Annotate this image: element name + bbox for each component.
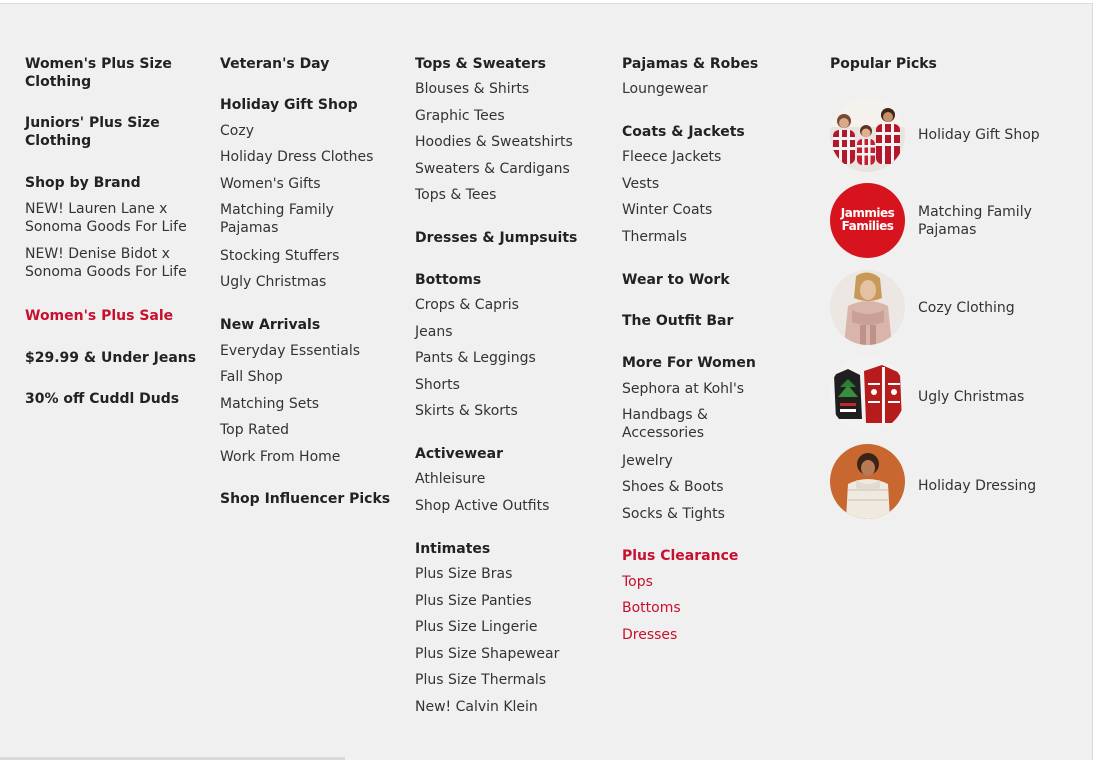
popular-picks-heading: Popular Picks <box>830 56 937 72</box>
pajamas-robes-link[interactable]: Pajamas & Robes <box>622 55 758 73</box>
handbags-accessories-link[interactable]: Handbags & Accessories <box>622 406 708 442</box>
denise-bidot-line1: NEW! Denise Bidot x <box>25 246 170 262</box>
coats-jackets-link[interactable]: Coats & Jackets <box>622 123 745 141</box>
popular-pick-matching-family-pajamas[interactable]: Jammies Families Matching Family Pajamas <box>830 183 1080 259</box>
womens-plus-clothing-link[interactable]: Women's Plus Size Clothing <box>25 55 172 91</box>
shop-by-brand-link[interactable]: Shop by Brand <box>25 174 141 192</box>
horizontal-scrollbar[interactable] <box>0 757 345 760</box>
new-arrivals-link[interactable]: New Arrivals <box>220 316 320 334</box>
clearance-dresses-link[interactable]: Dresses <box>622 626 677 644</box>
matching-family-pajamas-link[interactable]: Matching Family Pajamas <box>220 201 334 237</box>
plus-size-panties-link[interactable]: Plus Size Panties <box>415 592 532 610</box>
holiday-dress-clothes-link[interactable]: Holiday Dress Clothes <box>220 148 373 166</box>
family-pajamas-photo-icon <box>830 97 905 172</box>
clearance-tops-link[interactable]: Tops <box>622 573 653 591</box>
clearance-bottoms-link[interactable]: Bottoms <box>622 599 681 617</box>
tops-sweaters-link[interactable]: Tops & Sweaters <box>415 55 546 73</box>
veterans-day-link[interactable]: Veteran's Day <box>220 55 329 73</box>
matching-family-pajamas-line1: Matching Family <box>220 202 334 218</box>
plus-clearance-link[interactable]: Plus Clearance <box>622 547 738 565</box>
loungewear-link[interactable]: Loungewear <box>622 80 708 98</box>
dresses-jumpsuits-link[interactable]: Dresses & Jumpsuits <box>415 229 577 247</box>
matching-family-pajamas-line2: Pajamas <box>220 220 279 236</box>
sweaters-cardigans-link[interactable]: Sweaters & Cardigans <box>415 160 570 178</box>
holiday-dressing-photo-icon <box>830 444 905 519</box>
plus-size-bras-link[interactable]: Plus Size Bras <box>415 565 512 583</box>
bottoms-link[interactable]: Bottoms <box>415 271 481 289</box>
wear-to-work-link[interactable]: Wear to Work <box>622 271 730 289</box>
popular-pick-holiday-gift-shop[interactable]: Holiday Gift Shop <box>830 97 1080 173</box>
womens-plus-clothing-line2: Clothing <box>25 74 92 90</box>
thermals-link[interactable]: Thermals <box>622 228 687 246</box>
pants-leggings-link[interactable]: Pants & Leggings <box>415 349 536 367</box>
handbags-accessories-line1: Handbags & <box>622 407 708 423</box>
work-from-home-link[interactable]: Work From Home <box>220 448 340 466</box>
sephora-link[interactable]: Sephora at Kohl's <box>622 380 744 398</box>
cozy-clothing-photo-icon <box>830 270 905 345</box>
popular-pick-label: Holiday Dressing <box>918 478 1037 494</box>
matching-pick-line2: Pajamas <box>918 222 977 238</box>
stocking-stuffers-link[interactable]: Stocking Stuffers <box>220 247 339 265</box>
shoes-boots-link[interactable]: Shoes & Boots <box>622 478 724 496</box>
graphic-tees-link[interactable]: Graphic Tees <box>415 107 505 125</box>
ugly-sweater-photo-icon <box>830 357 905 432</box>
womens-gifts-link[interactable]: Women's Gifts <box>220 175 321 193</box>
holiday-gift-shop-link[interactable]: Holiday Gift Shop <box>220 96 358 114</box>
jammies-logo-line2: Families <box>841 219 894 233</box>
shop-active-outfits-link[interactable]: Shop Active Outfits <box>415 497 549 515</box>
jammies-families-logo-icon: Jammies Families <box>830 183 905 258</box>
jeans-link[interactable]: Jeans <box>415 323 453 341</box>
hoodies-sweatshirts-link[interactable]: Hoodies & Sweatshirts <box>415 133 573 151</box>
lauren-lane-line2: Sonoma Goods For Life <box>25 219 187 235</box>
more-for-women-link[interactable]: More For Women <box>622 354 756 372</box>
popular-pick-holiday-dressing[interactable]: Holiday Dressing <box>830 444 1080 520</box>
fleece-jackets-link[interactable]: Fleece Jackets <box>622 148 721 166</box>
ugly-christmas-link[interactable]: Ugly Christmas <box>220 273 326 291</box>
matching-sets-link[interactable]: Matching Sets <box>220 395 319 413</box>
juniors-plus-clothing-line1: Juniors' Plus Size <box>25 115 160 131</box>
popular-pick-label: Ugly Christmas <box>918 389 1025 405</box>
shorts-link[interactable]: Shorts <box>415 376 460 394</box>
popular-pick-ugly-christmas[interactable]: Ugly Christmas <box>830 357 1080 433</box>
popular-pick-label: Cozy Clothing <box>918 300 1015 316</box>
under-jeans-link[interactable]: $29.99 & Under Jeans <box>25 349 196 367</box>
blouses-shirts-link[interactable]: Blouses & Shirts <box>415 80 529 98</box>
womens-plus-clothing-line1: Women's Plus Size <box>25 56 172 72</box>
lauren-lane-line1: NEW! Lauren Lane x <box>25 201 168 217</box>
everyday-essentials-link[interactable]: Everyday Essentials <box>220 342 360 360</box>
mega-menu-panel: Women's Plus Size Clothing Juniors' Plus… <box>0 3 1093 760</box>
popular-pick-cozy-clothing[interactable]: Cozy Clothing <box>830 270 1080 346</box>
athleisure-link[interactable]: Athleisure <box>415 470 485 488</box>
popular-pick-label: Matching Family Pajamas <box>918 203 1032 239</box>
shop-influencer-picks-link[interactable]: Shop Influencer Picks <box>220 490 390 508</box>
outfit-bar-link[interactable]: The Outfit Bar <box>622 312 733 330</box>
tops-tees-link[interactable]: Tops & Tees <box>415 186 496 204</box>
denise-bidot-link[interactable]: NEW! Denise Bidot x Sonoma Goods For Lif… <box>25 245 187 281</box>
cuddl-duds-link[interactable]: 30% off Cuddl Duds <box>25 390 179 408</box>
socks-tights-link[interactable]: Socks & Tights <box>622 505 725 523</box>
crops-capris-link[interactable]: Crops & Capris <box>415 296 519 314</box>
cozy-link[interactable]: Cozy <box>220 122 254 140</box>
top-rated-link[interactable]: Top Rated <box>220 421 289 439</box>
intimates-link[interactable]: Intimates <box>415 540 490 558</box>
plus-size-thermals-link[interactable]: Plus Size Thermals <box>415 671 546 689</box>
juniors-plus-clothing-link[interactable]: Juniors' Plus Size Clothing <box>25 114 160 150</box>
winter-coats-link[interactable]: Winter Coats <box>622 201 712 219</box>
plus-size-lingerie-link[interactable]: Plus Size Lingerie <box>415 618 537 636</box>
womens-plus-sale-link[interactable]: Women's Plus Sale <box>25 307 173 325</box>
jewelry-link[interactable]: Jewelry <box>622 452 673 470</box>
popular-pick-label: Holiday Gift Shop <box>918 127 1040 143</box>
juniors-plus-clothing-line2: Clothing <box>25 133 92 149</box>
activewear-link[interactable]: Activewear <box>415 445 503 463</box>
handbags-accessories-line2: Accessories <box>622 425 705 441</box>
vests-link[interactable]: Vests <box>622 175 659 193</box>
calvin-klein-link[interactable]: New! Calvin Klein <box>415 698 538 716</box>
plus-size-shapewear-link[interactable]: Plus Size Shapewear <box>415 645 559 663</box>
matching-pick-line1: Matching Family <box>918 204 1032 220</box>
skirts-skorts-link[interactable]: Skirts & Skorts <box>415 402 518 420</box>
fall-shop-link[interactable]: Fall Shop <box>220 368 283 386</box>
denise-bidot-line2: Sonoma Goods For Life <box>25 264 187 280</box>
lauren-lane-link[interactable]: NEW! Lauren Lane x Sonoma Goods For Life <box>25 200 187 236</box>
